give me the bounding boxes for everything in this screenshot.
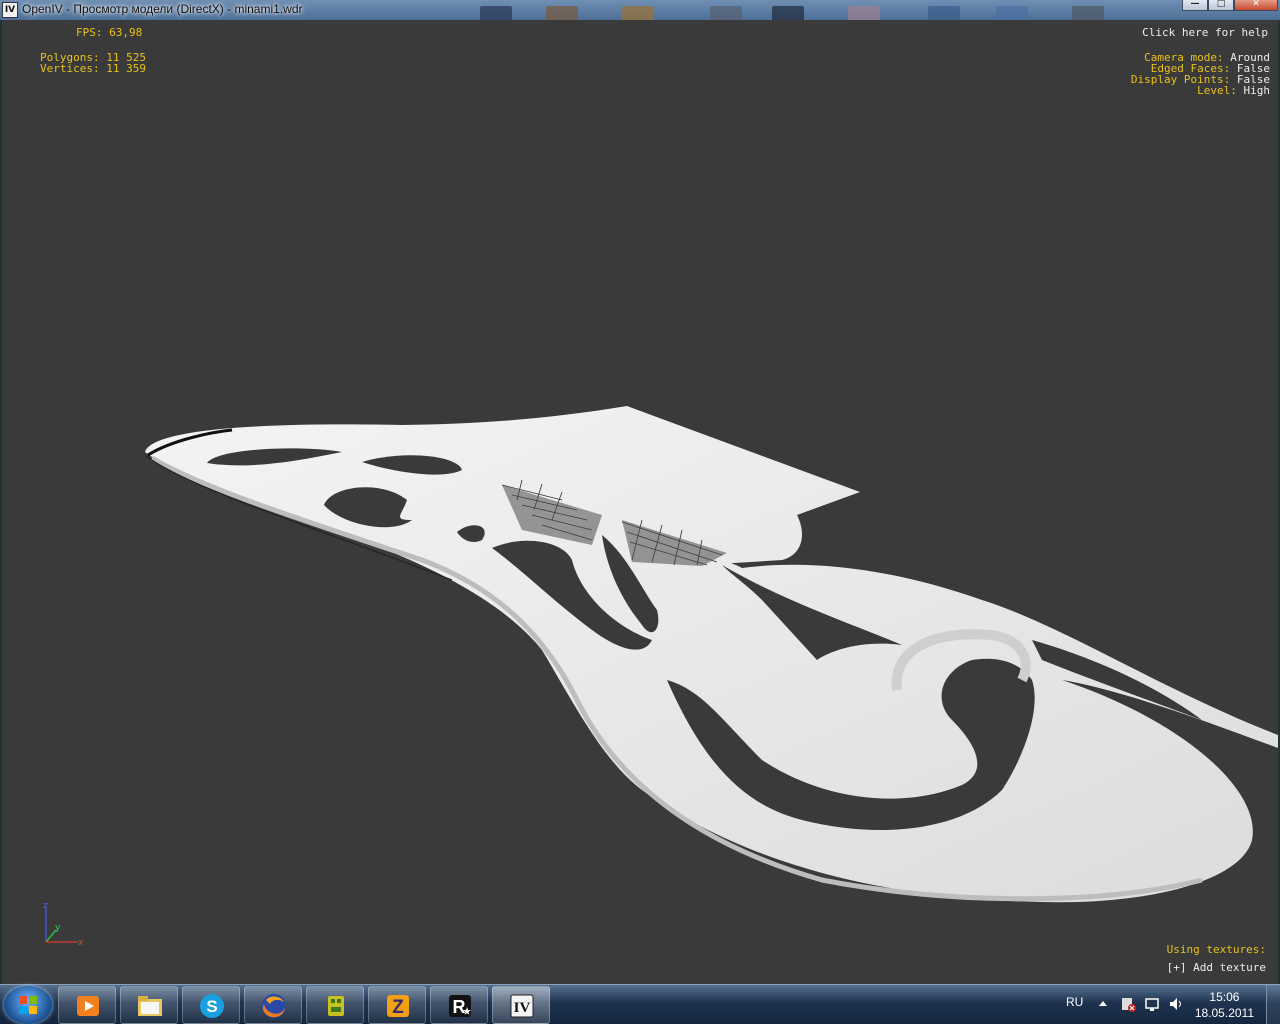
volume-icon[interactable] xyxy=(1168,995,1184,1013)
clock-date: 18.05.2011 xyxy=(1194,1006,1254,1020)
background-thumbnails xyxy=(460,2,1180,20)
thumbnail xyxy=(772,6,804,20)
explorer-icon xyxy=(138,996,162,1016)
show-desktop-button[interactable] xyxy=(1266,985,1280,1024)
taskbar-openiv[interactable]: IV xyxy=(492,986,550,1024)
openiv-app-icon[interactable]: IV xyxy=(2,2,18,18)
zona-icon: Z xyxy=(387,995,409,1018)
svg-text:S: S xyxy=(206,997,217,1016)
action-center-icon[interactable] xyxy=(1120,995,1136,1013)
x-axis-label: x xyxy=(78,938,84,948)
close-icon: ✕ xyxy=(1252,0,1260,9)
maximize-button[interactable]: □ xyxy=(1208,0,1234,11)
skype-icon: S xyxy=(200,994,224,1018)
svg-text:R: R xyxy=(453,997,466,1017)
taskbar-app[interactable] xyxy=(306,986,364,1024)
axis-gizmo: z y x xyxy=(43,901,84,948)
windows-logo-icon xyxy=(19,996,37,1014)
app-icon xyxy=(328,996,344,1016)
start-button[interactable] xyxy=(4,986,52,1024)
thumbnail xyxy=(848,6,880,20)
fps-readout: FPS: 63,98 xyxy=(76,26,143,39)
maximize-icon: □ xyxy=(1216,0,1226,9)
language-indicator[interactable]: RU xyxy=(1066,995,1083,1009)
taskbar-zona[interactable]: Z xyxy=(368,986,426,1024)
setting-label: Level: xyxy=(1197,84,1237,97)
taskbar-rockstar[interactable]: R xyxy=(430,986,488,1024)
thumbnail xyxy=(480,6,512,20)
taskbar-explorer[interactable] xyxy=(120,986,178,1024)
viewer-settings: Camera mode: Around Edged Faces: False D… xyxy=(1131,52,1270,96)
openiv-icon: IV xyxy=(510,994,534,1018)
setting-level[interactable]: Level: High xyxy=(1131,85,1270,96)
taskbar-firefox[interactable] xyxy=(244,986,302,1024)
vertices-count: Vertices: 11 359 xyxy=(40,62,146,75)
clock-time: 15:06 xyxy=(1209,990,1240,1004)
show-hidden-icons-icon[interactable] xyxy=(1098,999,1108,1009)
minimize-icon: — xyxy=(1190,0,1200,9)
model-viewport[interactable]: FPS: 63,98 Polygons: 11 525 Vertices: 11… xyxy=(0,20,1280,984)
taskbar-skype[interactable]: S xyxy=(182,986,240,1024)
window-controls: — □ ✕ xyxy=(1182,0,1278,11)
media-player-icon xyxy=(77,996,99,1016)
thumbnail xyxy=(710,6,742,20)
setting-value: High xyxy=(1243,84,1271,97)
rockstar-icon: R xyxy=(449,995,471,1017)
textures-panel: Using textures: [+] Add texture xyxy=(1167,944,1266,980)
svg-text:Z: Z xyxy=(392,997,404,1018)
help-link[interactable]: Click here for help xyxy=(1142,27,1268,38)
system-tray: RU 15:06 18.05.2011 xyxy=(1050,985,1280,1024)
taskbar: S Z R IV RU 15:06 18.05.2011 xyxy=(0,984,1280,1024)
close-button[interactable]: ✕ xyxy=(1234,0,1278,11)
minimize-button[interactable]: — xyxy=(1182,0,1208,11)
clock[interactable]: 15:06 18.05.2011 xyxy=(1195,989,1254,1021)
svg-text:IV: IV xyxy=(514,1000,531,1016)
taskbar-media-player[interactable] xyxy=(58,986,116,1024)
track-model xyxy=(145,406,1278,903)
z-axis-label: z xyxy=(43,901,48,911)
thumbnail xyxy=(622,6,654,20)
thumbnail xyxy=(546,6,578,20)
using-textures-label: Using textures: xyxy=(1166,943,1266,956)
network-icon[interactable] xyxy=(1144,995,1160,1013)
window-titlebar[interactable]: IV OpenIV - Просмотр модели (DirectX) - … xyxy=(0,0,1280,20)
add-texture-link[interactable]: [+] Add texture xyxy=(1167,962,1266,980)
thumbnail xyxy=(928,6,960,20)
y-axis-label: y xyxy=(55,923,61,933)
window-title: OpenIV - Просмотр модели (DirectX) - min… xyxy=(22,2,303,16)
thumbnail xyxy=(996,6,1028,20)
thumbnail xyxy=(1072,6,1104,20)
mesh-stats: Polygons: 11 525 Vertices: 11 359 xyxy=(40,52,146,74)
firefox-icon xyxy=(262,994,286,1018)
track-surface xyxy=(145,406,1278,903)
